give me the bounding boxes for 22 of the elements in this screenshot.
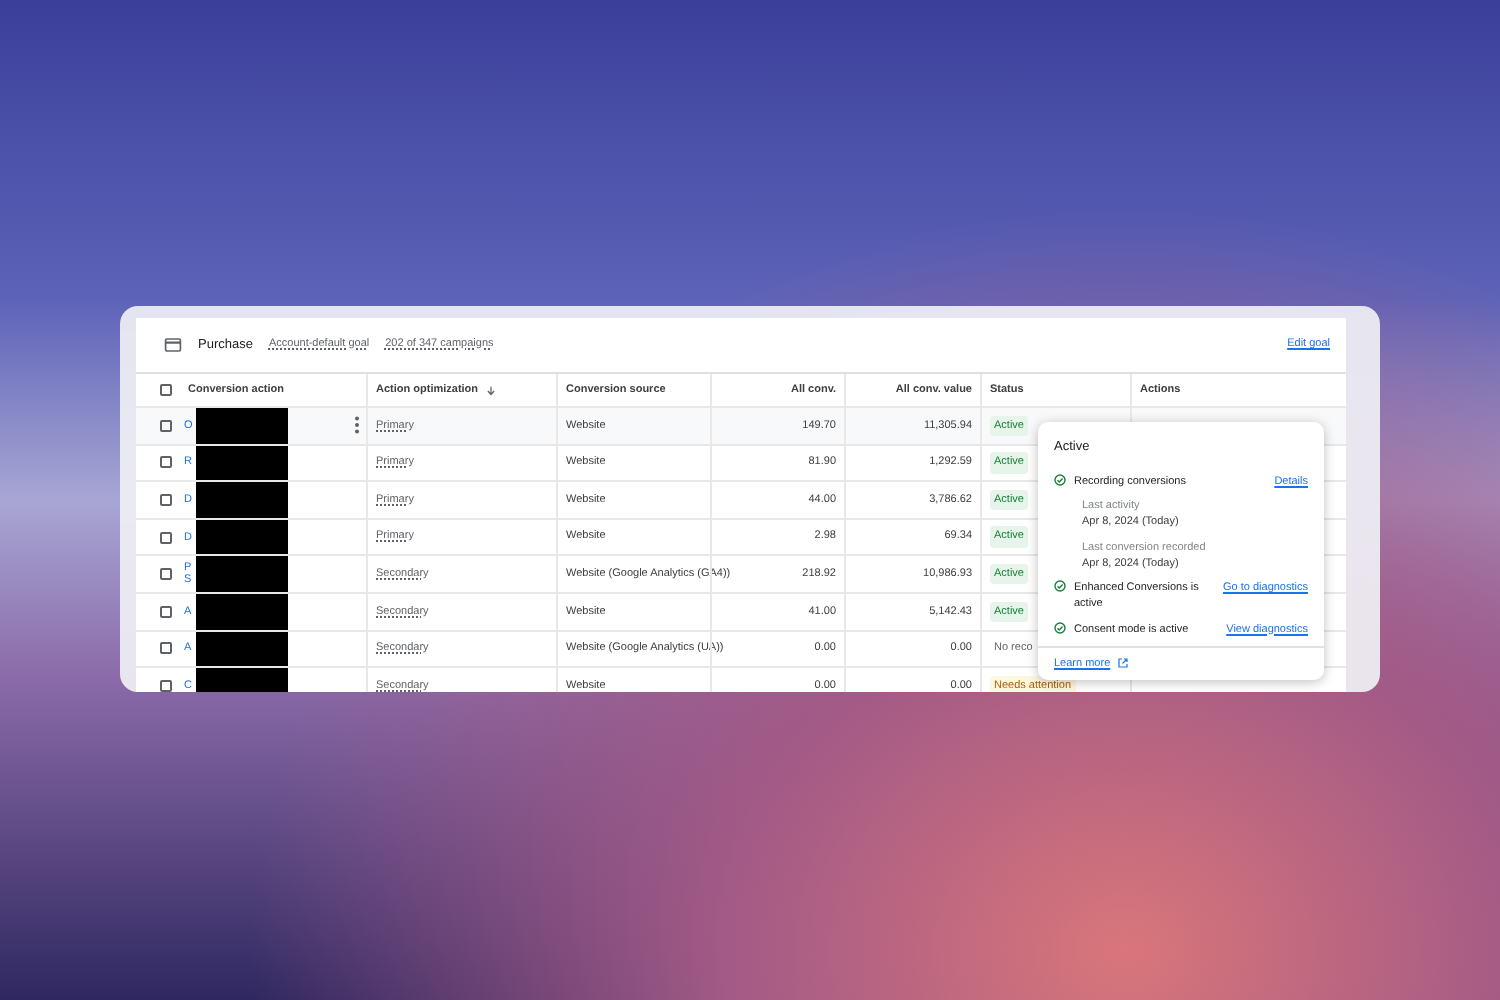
redaction-block xyxy=(196,408,288,444)
row-checkbox[interactable] xyxy=(160,679,172,692)
check-circle-icon xyxy=(1054,473,1066,486)
select-all-checkbox[interactable] xyxy=(160,384,172,396)
check-circle-icon xyxy=(1054,621,1066,633)
check-circle-icon xyxy=(1054,580,1066,592)
external-link-icon[interactable] xyxy=(1118,658,1129,669)
row-checkbox[interactable] xyxy=(160,568,172,581)
redaction-block xyxy=(196,593,288,630)
row-checkbox[interactable] xyxy=(160,493,172,506)
row-checkbox[interactable] xyxy=(160,642,172,655)
credit-card-icon xyxy=(164,338,182,352)
row-checkbox[interactable] xyxy=(160,605,172,618)
row-checkbox[interactable] xyxy=(160,531,172,544)
more-options-icon[interactable] xyxy=(354,416,360,435)
row-checkbox[interactable] xyxy=(160,419,172,432)
redaction-block xyxy=(196,482,288,518)
redaction-block xyxy=(196,519,288,555)
row-checkbox[interactable] xyxy=(160,456,172,469)
redaction-block xyxy=(196,556,288,592)
sort-down-icon[interactable] xyxy=(486,385,497,395)
redaction-block xyxy=(196,445,288,481)
